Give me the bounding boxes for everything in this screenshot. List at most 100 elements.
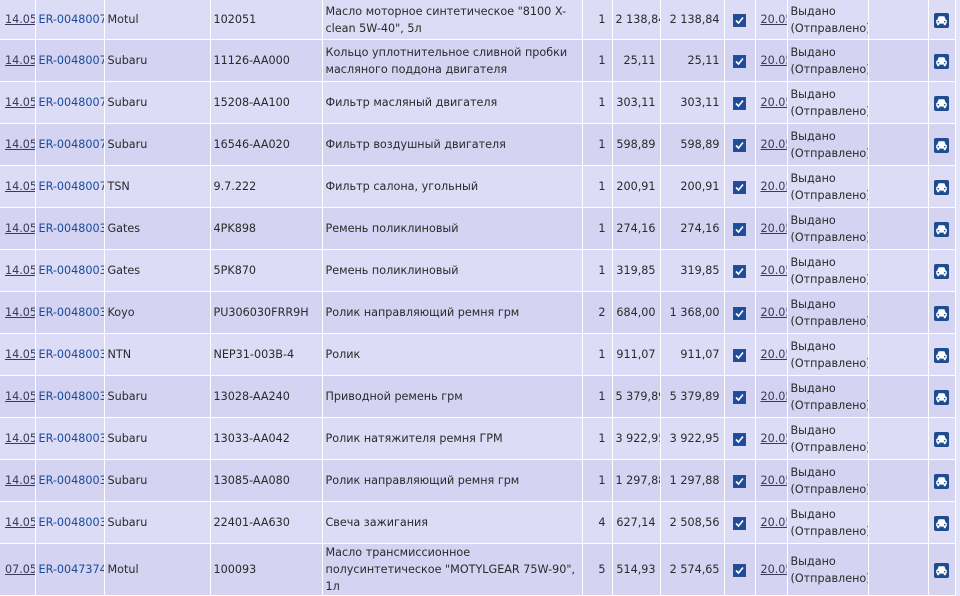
order-number-link[interactable]: ER-0047374 <box>39 563 104 576</box>
article-cell: NEP31-003B-4 <box>210 333 323 376</box>
delivery-cell <box>928 291 956 334</box>
checkbox-checked-icon[interactable] <box>733 306 746 320</box>
order-date-link[interactable]: 14.05 <box>3 180 34 193</box>
quantity-cell: 5 <box>582 543 613 596</box>
order-number-link[interactable]: ER-0048003 <box>39 474 104 487</box>
sum-cell: 1 297,88 <box>660 459 725 502</box>
price-cell: 303,11 <box>612 81 661 124</box>
ready-date-link[interactable]: 20.05 <box>759 563 787 576</box>
checkbox-cell <box>724 501 756 544</box>
ready-date-link[interactable]: 20.05 <box>759 432 787 445</box>
car-icon[interactable] <box>934 221 949 237</box>
article-cell: 22401-AA630 <box>210 501 323 544</box>
order-number-link[interactable]: ER-0048003 <box>39 306 104 319</box>
order-number-link[interactable]: ER-0048003 <box>39 264 104 277</box>
ready-date-link[interactable]: 20.05 <box>759 222 787 235</box>
ready-date-link[interactable]: 20.05 <box>759 138 787 151</box>
status-cell: Выдано (Отправлено) <box>787 375 869 418</box>
ready-date-link[interactable]: 20.05 <box>759 306 787 319</box>
order-date-link[interactable]: 14.05 <box>3 13 34 26</box>
checkbox-checked-icon[interactable] <box>733 222 746 236</box>
checkbox-checked-icon[interactable] <box>733 516 746 530</box>
car-icon[interactable] <box>934 263 949 279</box>
ready-date-link[interactable]: 20.05 <box>759 474 787 487</box>
table-row: 14.05 ER-0048007 Motul 102051 Масло моторное… <box>0 0 956 40</box>
order-date-link[interactable]: 14.05 <box>3 474 34 487</box>
car-icon[interactable] <box>934 562 949 578</box>
order-date-link[interactable]: 14.05 <box>3 390 34 403</box>
order-number-cell: ER-0048007 <box>35 123 105 166</box>
order-date-link[interactable]: 14.05 <box>3 306 34 319</box>
order-date-link[interactable]: 14.05 <box>3 516 34 529</box>
price-cell: 598,89 <box>612 123 661 166</box>
price-cell: 200,91 <box>612 165 661 208</box>
delivery-cell <box>928 501 956 544</box>
car-icon[interactable] <box>934 53 949 69</box>
ready-date-link[interactable]: 20.05 <box>759 180 787 193</box>
ready-date-link[interactable]: 20.05 <box>759 264 787 277</box>
car-icon[interactable] <box>934 473 949 489</box>
order-date-link[interactable]: 14.05 <box>3 348 34 361</box>
ready-date-cell: 20.05 <box>755 0 788 40</box>
order-number-link[interactable]: ER-0048003 <box>39 516 104 529</box>
order-number-link[interactable]: ER-0048007 <box>39 13 104 26</box>
order-number-cell: ER-0048007 <box>35 0 105 40</box>
checkbox-checked-icon[interactable] <box>733 180 746 194</box>
ready-date-link[interactable]: 20.05 <box>759 516 787 529</box>
ready-date-cell: 20.05 <box>755 123 788 166</box>
order-date-cell: 14.05 <box>0 291 36 334</box>
checkbox-checked-icon[interactable] <box>733 348 746 362</box>
order-number-link[interactable]: ER-0048003 <box>39 432 104 445</box>
checkbox-checked-icon[interactable] <box>733 432 746 446</box>
checkbox-checked-icon[interactable] <box>733 96 746 110</box>
order-date-link[interactable]: 07.05 <box>3 563 34 576</box>
order-date-link[interactable]: 14.05 <box>3 96 34 109</box>
checkbox-checked-icon[interactable] <box>733 138 746 152</box>
ready-date-link[interactable]: 20.05 <box>759 390 787 403</box>
order-number-link[interactable]: ER-0048007 <box>39 96 104 109</box>
car-icon[interactable] <box>934 347 949 363</box>
brand-cell: Subaru <box>104 81 211 124</box>
checkbox-checked-icon[interactable] <box>733 13 746 27</box>
order-number-link[interactable]: ER-0048003 <box>39 348 104 361</box>
checkbox-checked-icon[interactable] <box>733 563 746 577</box>
ready-date-cell: 20.05 <box>755 417 788 460</box>
car-icon[interactable] <box>934 137 949 153</box>
order-date-link[interactable]: 14.05 <box>3 138 34 151</box>
article-cell: 5PK870 <box>210 249 323 292</box>
car-icon[interactable] <box>934 305 949 321</box>
order-date-cell: 14.05 <box>0 39 36 82</box>
order-number-link[interactable]: ER-0048007 <box>39 138 104 151</box>
checkbox-checked-icon[interactable] <box>733 54 746 68</box>
status-cell: Выдано (Отправлено) <box>787 0 869 40</box>
brand-cell: TSN <box>104 165 211 208</box>
sum-cell: 274,16 <box>660 207 725 250</box>
order-number-link[interactable]: ER-0048007 <box>39 54 104 67</box>
ready-date-link[interactable]: 20.05 <box>759 348 787 361</box>
order-number-link[interactable]: ER-0048003 <box>39 390 104 403</box>
order-number-link[interactable]: ER-0048007 <box>39 180 104 193</box>
order-date-link[interactable]: 14.05 <box>3 432 34 445</box>
car-icon[interactable] <box>934 389 949 405</box>
car-icon[interactable] <box>934 515 949 531</box>
article-cell: 13033-AA042 <box>210 417 323 460</box>
checkbox-checked-icon[interactable] <box>733 474 746 488</box>
checkbox-checked-icon[interactable] <box>733 390 746 404</box>
order-number-link[interactable]: ER-0048003 <box>39 222 104 235</box>
car-icon[interactable] <box>934 431 949 447</box>
ready-date-link[interactable]: 20.05 <box>759 13 787 26</box>
ready-date-link[interactable]: 20.05 <box>759 54 787 67</box>
order-date-link[interactable]: 14.05 <box>3 222 34 235</box>
car-icon[interactable] <box>934 95 949 111</box>
checkbox-checked-icon[interactable] <box>733 264 746 278</box>
order-date-link[interactable]: 14.05 <box>3 264 34 277</box>
sum-cell: 200,91 <box>660 165 725 208</box>
car-icon[interactable] <box>934 12 949 28</box>
delivery-cell <box>928 459 956 502</box>
car-icon[interactable] <box>934 179 949 195</box>
order-date-cell: 14.05 <box>0 459 36 502</box>
quantity-cell: 1 <box>582 207 613 250</box>
order-date-link[interactable]: 14.05 <box>3 54 34 67</box>
status-cell: Выдано (Отправлено) <box>787 543 869 596</box>
ready-date-link[interactable]: 20.05 <box>759 96 787 109</box>
